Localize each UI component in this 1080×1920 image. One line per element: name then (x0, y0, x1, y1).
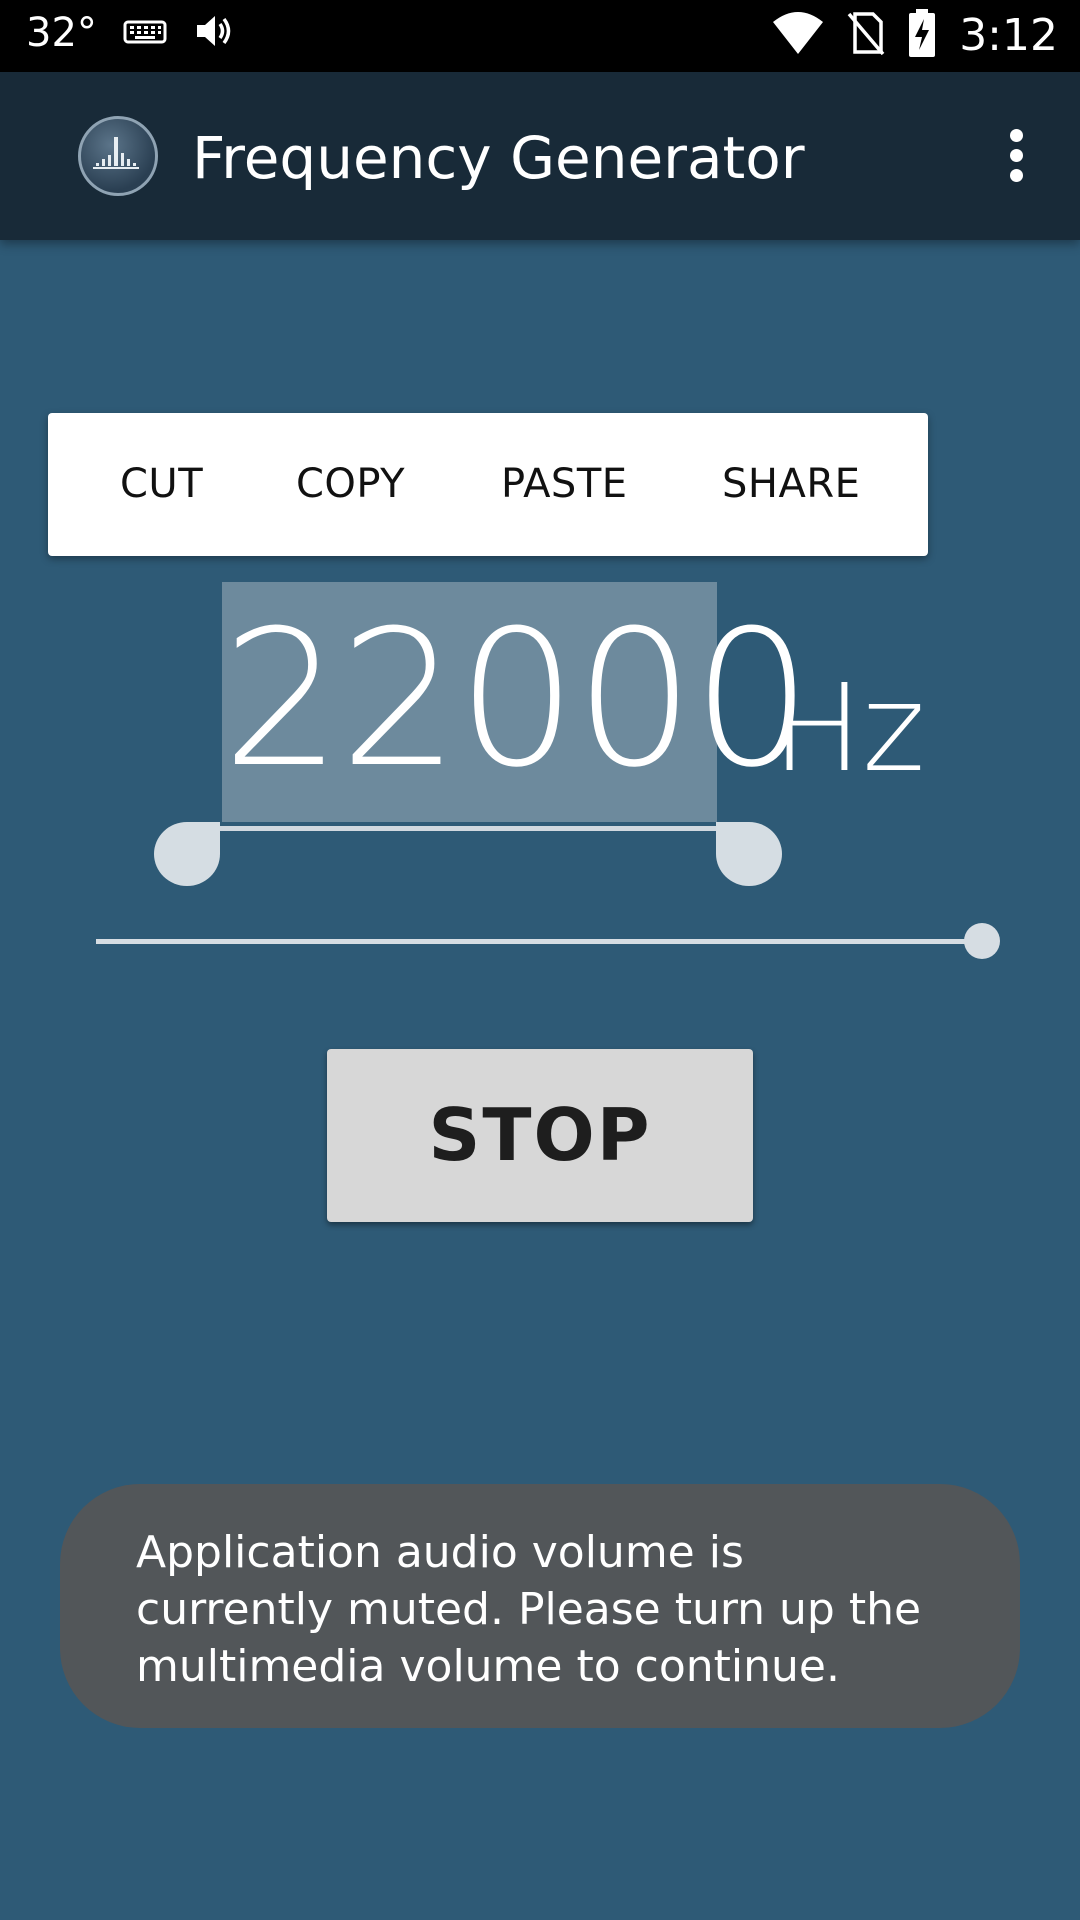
app-bar: Frequency Generator (0, 72, 1080, 240)
selection-start-handle[interactable] (154, 822, 220, 886)
share-button[interactable]: SHARE (722, 413, 860, 556)
no-sim-icon (847, 10, 885, 61)
selection-end-handle[interactable] (716, 822, 782, 886)
temperature-indicator: 32° (26, 10, 97, 56)
cut-button[interactable]: CUT (120, 413, 203, 556)
app-title: Frequency Generator (192, 124, 805, 192)
toast-text: Application audio volume is currently mu… (136, 1527, 922, 1692)
text-selection-toolbar: CUT COPY PASTE SHARE (48, 413, 928, 556)
frequency-slider-track[interactable] (96, 939, 982, 944)
clock: 3:12 (959, 10, 1058, 61)
wifi-icon (771, 10, 825, 61)
input-underline (220, 826, 717, 831)
more-vert-icon[interactable] (992, 124, 1040, 188)
toast-message: Application audio volume is currently mu… (60, 1484, 1020, 1728)
copy-button[interactable]: COPY (296, 413, 405, 556)
volume-icon (193, 11, 235, 56)
stop-button[interactable]: STOP (327, 1049, 753, 1222)
frequency-unit: Hz (772, 660, 926, 799)
keyboard-icon (123, 16, 167, 51)
spectrum-logo-icon (78, 116, 158, 196)
frequency-input[interactable]: 22000 (222, 600, 812, 800)
status-bar: 32° 3:12 (0, 0, 1080, 72)
battery-charging-icon (907, 8, 937, 63)
paste-button[interactable]: PASTE (501, 413, 628, 556)
frequency-slider-thumb[interactable] (964, 923, 1000, 959)
